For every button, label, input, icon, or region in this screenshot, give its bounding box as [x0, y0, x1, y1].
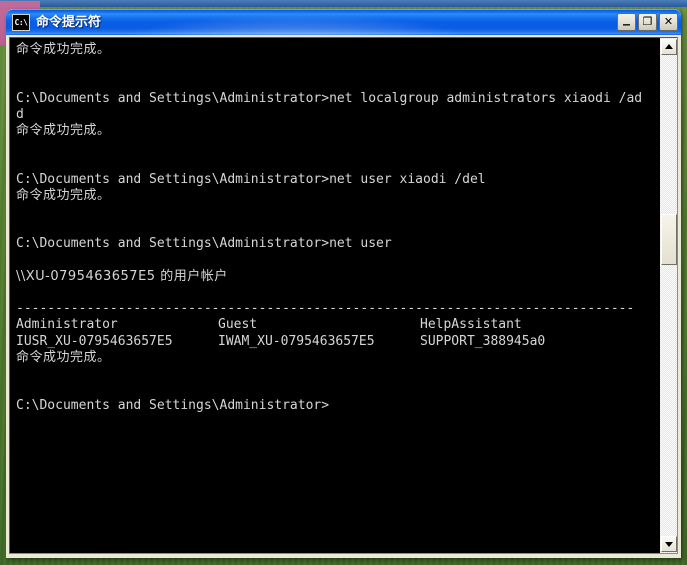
- console-cell: IWAM_XU-0795463657E5: [218, 333, 375, 349]
- desktop-top-strip: [0, 0, 687, 7]
- console-cell: IUSR_XU-0795463657E5: [16, 333, 173, 349]
- vertical-scrollbar[interactable]: [659, 38, 677, 553]
- title-bar-sheen: [86, 10, 506, 35]
- console-line: IUSR_XU-0795463657E5 IWAM_XU-0795463657E5…: [16, 334, 659, 350]
- command-prompt-window[interactable]: C:\ 命令提示符 _ ❐ ✕ 命令成功完成。 C:\Documents and…: [6, 9, 681, 558]
- console-line: ----------------------------------------…: [16, 301, 635, 317]
- console-line: C:\Documents and Settings\Administrator>…: [16, 236, 392, 252]
- close-icon: ✕: [663, 15, 674, 28]
- maximize-icon: ❐: [642, 15, 653, 28]
- console-cell: Administrator: [16, 317, 118, 333]
- console-line: C:\Documents and Settings\Administrator>…: [16, 171, 486, 187]
- console-line: d: [16, 106, 24, 122]
- console-line: 命令成功完成。: [16, 123, 111, 139]
- console-line: 命令成功完成。: [16, 42, 111, 57]
- console-line: Administrator Guest HelpAssistant: [16, 317, 659, 333]
- title-bar[interactable]: C:\ 命令提示符 _ ❐ ✕: [6, 9, 681, 35]
- console-line: 命令成功完成。: [16, 349, 111, 365]
- console-cell: Guest: [218, 317, 258, 333]
- maximize-button[interactable]: ❐: [638, 13, 657, 31]
- scroll-up-button[interactable]: [661, 39, 677, 55]
- console-line: C:\Documents and Settings\Administrator>…: [16, 90, 643, 106]
- minimize-icon: _: [623, 10, 630, 26]
- cmd-icon: C:\: [12, 14, 30, 31]
- console-output[interactable]: 命令成功完成。 C:\Documents and Settings\Admini…: [10, 38, 659, 553]
- scroll-down-button[interactable]: [661, 536, 677, 552]
- chevron-up-icon: [665, 44, 673, 49]
- window-client-area: 命令成功完成。 C:\Documents and Settings\Admini…: [6, 35, 681, 558]
- close-button[interactable]: ✕: [659, 13, 678, 31]
- console-line: \\XU-0795463657E5 的用户帐户: [16, 268, 228, 284]
- console-frame: 命令成功完成。 C:\Documents and Settings\Admini…: [9, 37, 678, 554]
- console-cell: HelpAssistant: [420, 317, 522, 333]
- console-line: C:\Documents and Settings\Administrator>: [16, 398, 330, 414]
- chevron-down-icon: [665, 542, 673, 547]
- scroll-thumb[interactable]: [661, 214, 677, 265]
- minimize-button[interactable]: _: [617, 10, 636, 31]
- console-cell: SUPPORT_388945a0: [420, 333, 546, 349]
- console-line: 命令成功完成。: [16, 187, 111, 203]
- window-title: 命令提示符: [36, 15, 102, 30]
- window-controls: _ ❐ ✕: [617, 10, 678, 31]
